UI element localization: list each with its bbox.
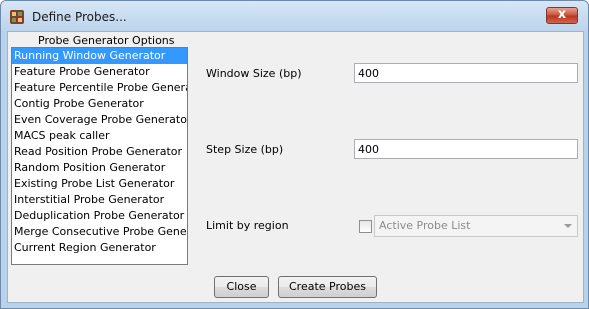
- window-size-label: Window Size (bp): [206, 67, 302, 80]
- title-bar[interactable]: Define Probes... x: [1, 1, 588, 31]
- window-close-button[interactable]: x: [546, 7, 578, 24]
- region-dropdown[interactable]: Active Probe List: [374, 215, 578, 237]
- list-item[interactable]: Current Region Generator: [12, 240, 187, 256]
- list-item[interactable]: Contig Probe Generator: [12, 96, 187, 112]
- region-dropdown-value: Active Probe List: [379, 219, 471, 232]
- close-icon: x: [557, 7, 567, 22]
- create-probes-button[interactable]: Create Probes: [278, 276, 377, 298]
- probe-generator-list[interactable]: Running Window Generator Feature Probe Ge…: [11, 47, 188, 265]
- list-item[interactable]: Feature Percentile Probe Generator: [12, 80, 187, 96]
- window-title: Define Probes...: [32, 10, 127, 24]
- list-item[interactable]: Feature Probe Generator: [12, 64, 187, 80]
- limit-by-region-checkbox[interactable]: [359, 220, 372, 233]
- app-icon: [10, 10, 24, 24]
- window-size-input[interactable]: [354, 63, 578, 83]
- list-item[interactable]: Read Position Probe Generator: [12, 144, 187, 160]
- close-button[interactable]: Close: [214, 276, 269, 298]
- list-item[interactable]: Even Coverage Probe Generator: [12, 112, 187, 128]
- chevron-down-icon: [564, 224, 572, 228]
- step-size-input[interactable]: [354, 139, 578, 159]
- list-item[interactable]: Existing Probe List Generator: [12, 176, 187, 192]
- define-probes-window: Define Probes... x Probe Generator Optio…: [0, 0, 589, 309]
- list-item[interactable]: Random Position Generator: [12, 160, 187, 176]
- list-item[interactable]: Running Window Generator: [12, 48, 187, 64]
- list-item[interactable]: MACS peak caller: [12, 128, 187, 144]
- step-size-label: Step Size (bp): [206, 143, 284, 156]
- list-item[interactable]: Deduplication Probe Generator: [12, 208, 187, 224]
- list-item[interactable]: Merge Consecutive Probe Generator: [12, 224, 187, 240]
- limit-by-region-label: Limit by region: [206, 219, 289, 232]
- list-item[interactable]: Interstitial Probe Generator: [12, 192, 187, 208]
- list-title: Probe Generator Options: [38, 34, 175, 47]
- dialog-body: Probe Generator Options Running Window G…: [7, 31, 584, 303]
